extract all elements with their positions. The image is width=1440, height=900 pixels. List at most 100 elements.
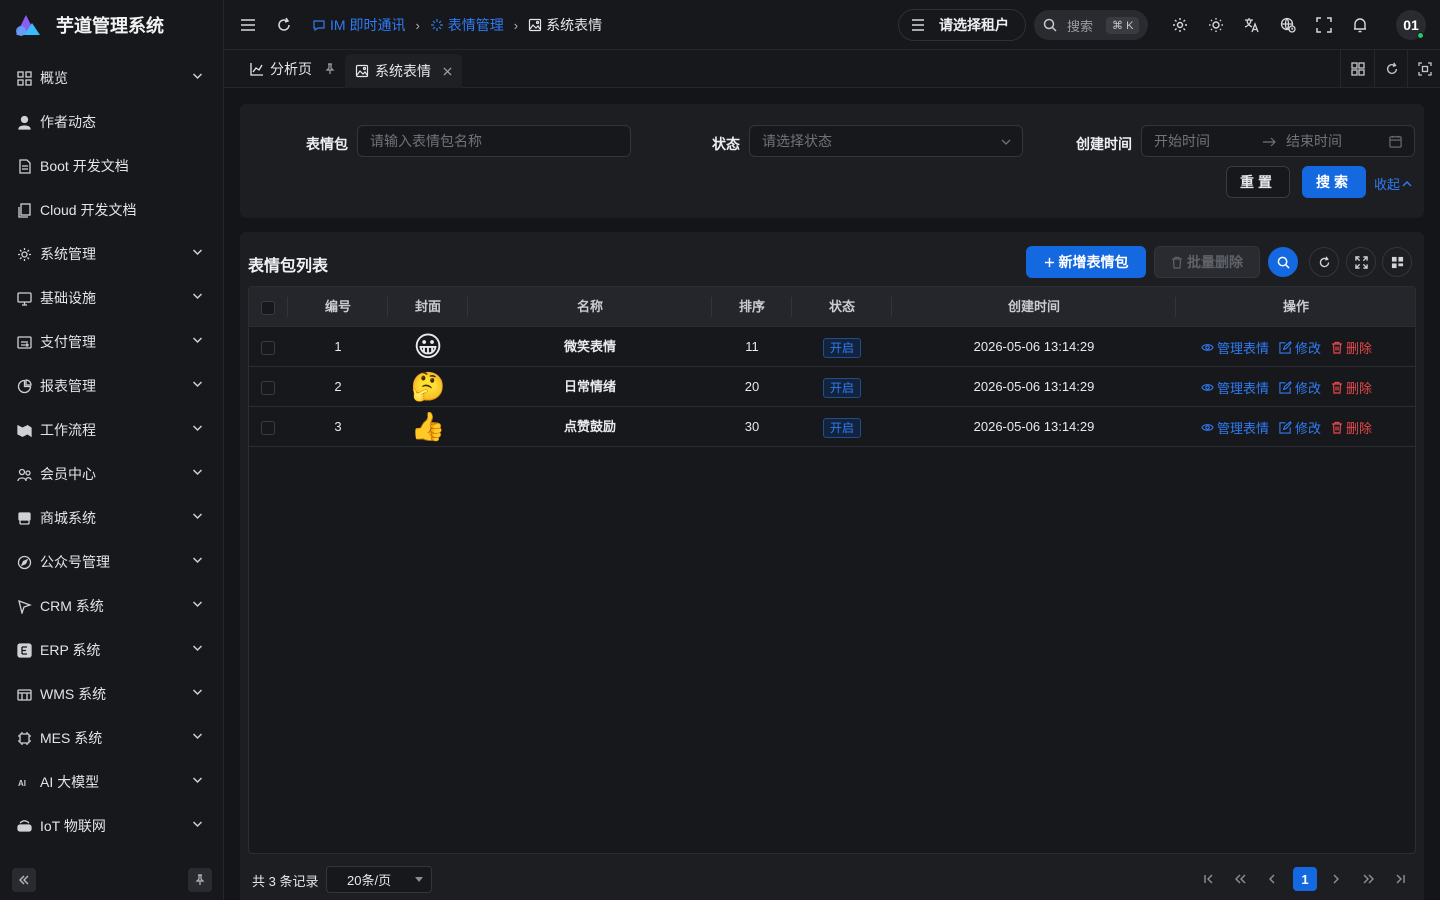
timezone-button[interactable] [1277,14,1299,36]
breadcrumb-label: 表情管理 [447,17,504,33]
select-all-checkbox[interactable] [261,301,275,315]
settings-button[interactable] [1169,14,1191,36]
reset-button[interactable]: 重置 [1226,166,1290,198]
status-select[interactable]: 请选择状态 [749,125,1023,157]
dashboard-icon [16,70,32,86]
tab-refresh-button[interactable] [1374,50,1408,88]
sidebar-item-7[interactable]: 支付管理 [0,320,223,364]
cell-actions: 管理表情 修改 删除 [1201,367,1372,407]
sidebar-item-12[interactable]: 公众号管理 [0,540,223,584]
tenant-selector[interactable]: 请选择租户 [898,9,1026,41]
search-button[interactable]: 搜索 [1302,166,1366,198]
page-number-current[interactable]: 1 [1293,867,1317,891]
tab-maximize-button[interactable] [1407,50,1440,88]
tenant-label: 请选择租户 [939,17,1009,33]
sidebar-item-15[interactable]: WMS 系统 [0,672,223,716]
prev-page-button[interactable] [1260,867,1284,891]
fullscreen-button[interactable] [1313,14,1335,36]
column-header-cover: 封面 [414,299,441,314]
tab-analysis[interactable]: 分析页 [240,50,346,88]
breadcrumb-item-emoji-manage[interactable]: 表情管理 [430,15,504,35]
tab-pin-button[interactable] [324,63,336,75]
breadcrumb-item-im[interactable]: IM 即时通讯 [312,15,405,35]
copy-document-icon [16,202,32,218]
global-search-button[interactable]: 搜索 ⌘ K [1034,10,1148,40]
row-checkbox[interactable] [261,381,275,395]
delete-link[interactable]: 删除 [1331,418,1372,437]
chevron-down-icon [192,72,203,80]
page-size-select[interactable]: 20条/页 [326,866,432,893]
first-page-button[interactable] [1197,867,1221,891]
manage-emoji-link[interactable]: 管理表情 [1201,378,1269,397]
sidebar-item-8[interactable]: 报表管理 [0,364,223,408]
language-button[interactable] [1241,14,1263,36]
list-title: 表情包列表 [248,258,329,275]
sidebar-item-4[interactable]: Cloud 开发文档 [0,188,223,232]
sidebar-item-14[interactable]: ERP 系统 [0,628,223,672]
refresh-icon [1386,62,1397,75]
edit-label: 修改 [1295,340,1322,356]
date-range-picker[interactable]: 开始时间 结束时间 [1141,125,1415,157]
edit-label: 修改 [1295,380,1322,396]
sidebar-item-10[interactable]: 会员中心 [0,452,223,496]
sidebar-item-1[interactable]: 概览 [0,56,223,100]
chevron-down-icon [1001,139,1011,145]
delete-link[interactable]: 删除 [1331,338,1372,357]
sidebar-item-2[interactable]: 作者动态 [0,100,223,144]
collapse-filter-link[interactable]: 收起 [1374,174,1412,193]
sidebar-item-3[interactable]: Boot 开发文档 [0,144,223,188]
table-refresh-button[interactable] [1309,247,1339,277]
cell-cover-image: 🤔 [410,371,446,402]
prev-five-pages-button[interactable] [1228,867,1252,891]
notifications-button[interactable] [1349,14,1371,36]
sidebar-item-9[interactable]: 工作流程 [0,408,223,452]
add-pack-button[interactable]: 新增表情包 [1026,246,1146,278]
theme-toggle-button[interactable] [1205,14,1227,36]
double-chevron-left-icon [1234,874,1245,884]
cell-actions: 管理表情 修改 删除 [1201,407,1372,447]
manage-emoji-link[interactable]: 管理表情 [1201,338,1269,357]
toggle-search-button[interactable] [1268,247,1298,277]
cell-cover-image: 👍 [410,411,446,442]
sidebar-item-17[interactable]: AI AI 大模型 [0,760,223,804]
batch-delete-button[interactable]: 批量删除 [1154,246,1260,278]
edit-link[interactable]: 修改 [1279,378,1321,397]
sidebar-item-18[interactable]: IoT 物联网 [0,804,223,848]
last-page-button[interactable] [1388,867,1412,891]
sidebar-pin-button[interactable] [188,868,212,892]
sidebar-collapse-button[interactable] [12,868,36,892]
next-five-pages-button[interactable] [1356,867,1380,891]
row-checkbox[interactable] [261,421,275,435]
plus-icon [1044,257,1054,267]
sidebar-item-label: 概览 [40,70,68,86]
refresh-page-button[interactable] [273,14,295,36]
next-page-button[interactable] [1324,867,1348,891]
fullscreen-icon [1316,17,1332,33]
column-settings-button[interactable] [1382,247,1412,277]
edit-link[interactable]: 修改 [1279,338,1321,357]
end-date-placeholder: 结束时间 [1286,133,1342,149]
row-checkbox[interactable] [261,341,275,355]
warehouse-icon [16,686,32,702]
sidebar-item-11[interactable]: 商城系统 [0,496,223,540]
manage-emoji-link[interactable]: 管理表情 [1201,418,1269,437]
chat-icon [313,20,325,32]
sidebar-item-13[interactable]: CRM 系统 [0,584,223,628]
tab-close-button[interactable] [443,66,452,76]
delete-link[interactable]: 删除 [1331,378,1372,397]
tab-bar: 分析页 系统表情 [224,50,1440,88]
sidebar-item-5[interactable]: 系统管理 [0,232,223,276]
sidebar-item-label: 商城系统 [40,510,96,526]
close-icon [443,66,452,76]
tab-system-emoji[interactable]: 系统表情 [345,54,462,88]
sidebar-item-label: WMS 系统 [40,686,107,702]
sidebar-item-16[interactable]: MES 系统 [0,716,223,760]
app-logo[interactable]: 芋道管理系统 [12,10,164,40]
edit-link[interactable]: 修改 [1279,418,1321,437]
menu-toggle-button[interactable] [237,14,259,36]
sidebar-item-6[interactable]: 基础设施 [0,276,223,320]
pack-name-input[interactable]: 请输入表情包名称 [357,125,631,157]
gear-icon [16,246,32,262]
table-fullscreen-button[interactable] [1346,247,1376,277]
tab-grid-button[interactable] [1340,50,1374,88]
